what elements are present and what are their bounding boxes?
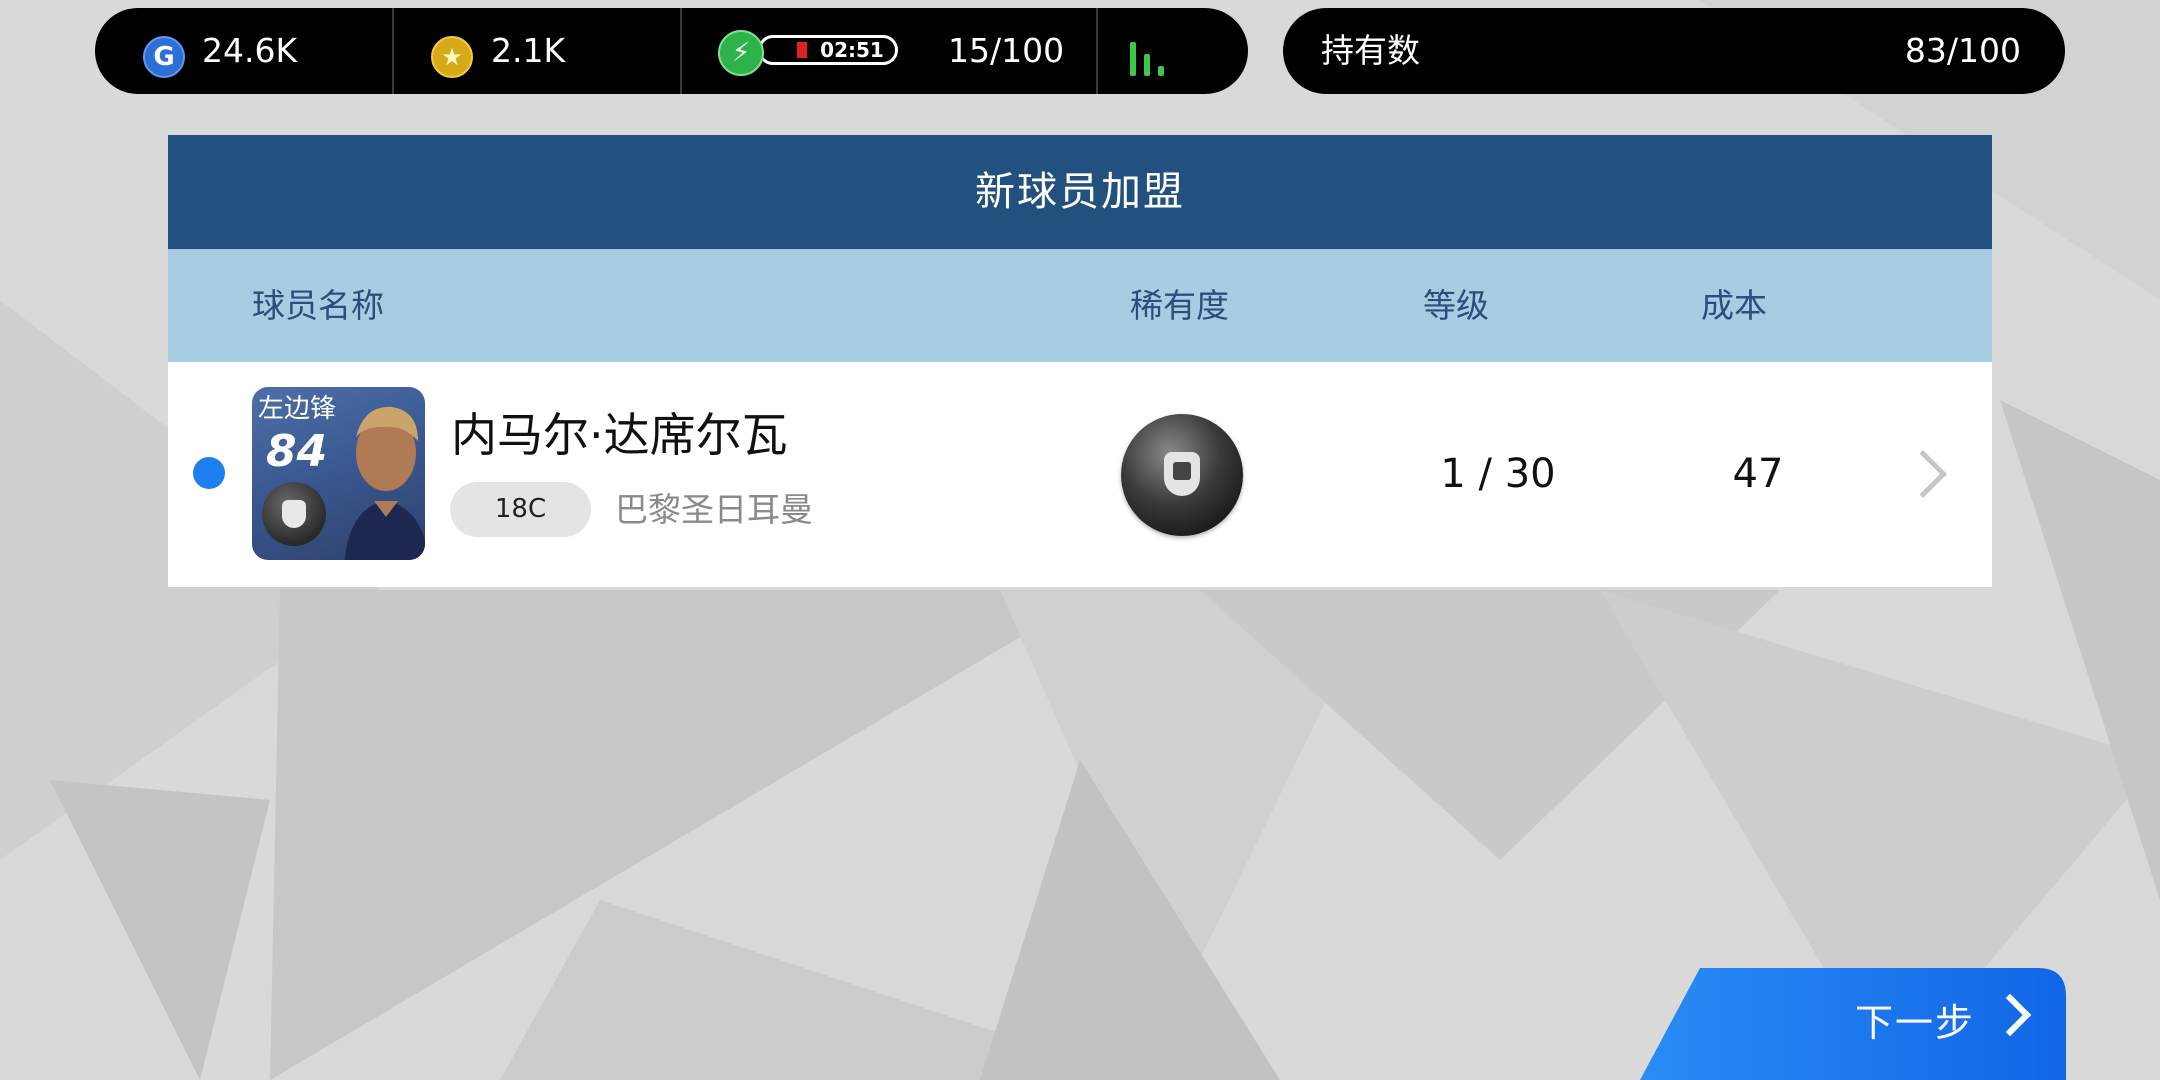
player-card[interactable]: 左边锋 84 [252, 387, 425, 560]
owned-value: 83/100 [1904, 31, 2021, 70]
signal-bars-icon[interactable] [1130, 36, 1170, 76]
player-position: 左边锋 [258, 394, 337, 424]
new-indicator-dot [193, 457, 225, 489]
divider [1096, 8, 1098, 94]
energy-timer: 02:51 [820, 38, 884, 62]
player-tag: 18C [450, 482, 591, 537]
player-photo [344, 406, 425, 560]
divider [392, 8, 394, 94]
player-row[interactable]: 左边锋 84 内马尔·达席尔瓦 18C 巴黎圣日耳曼 1 / 30 47 [168, 362, 1992, 587]
column-level: 等级 [1423, 286, 1489, 325]
coin-icon: ★ [431, 36, 473, 78]
coins-value: 2.1K [491, 31, 566, 70]
owned-label: 持有数 [1321, 31, 1420, 70]
black-ball-icon [1121, 414, 1243, 536]
column-header: 球员名称 稀有度 等级 成本 [168, 249, 1992, 362]
gp-icon: G [143, 36, 185, 78]
new-player-panel: 新球员加盟 球员名称 稀有度 等级 成本 左边锋 84 内马尔·达席尔瓦 18C… [168, 135, 1992, 587]
player-club: 巴黎圣日耳曼 [615, 490, 813, 529]
lightning-icon: ⚡ [718, 30, 764, 76]
column-cost: 成本 [1701, 286, 1767, 325]
player-rating: 84 [266, 426, 328, 477]
player-name: 内马尔·达席尔瓦 [451, 408, 788, 462]
shield-emblem-icon [1164, 452, 1200, 496]
player-cost: 47 [1732, 451, 1784, 497]
energy-timer-bar: 02:51 [758, 35, 898, 65]
player-level: 1 / 30 [1440, 451, 1556, 497]
panel-title: 新球员加盟 [168, 135, 1992, 249]
next-button[interactable]: 下一步 [1640, 968, 2070, 1080]
column-rarity: 稀有度 [1130, 286, 1229, 325]
column-name: 球员名称 [252, 286, 384, 325]
currency-bar: G 24.6K ★ 2.1K ⚡ 02:51 15/100 [95, 8, 1248, 94]
card-rarity-ball-icon [262, 482, 326, 546]
divider [680, 8, 682, 94]
energy-fill [797, 42, 807, 58]
energy-count: 15/100 [948, 31, 1065, 70]
next-button-label: 下一步 [1855, 1001, 1976, 1045]
owned-count-bar: 持有数 83/100 [1283, 8, 2065, 94]
chevron-right-icon[interactable] [1898, 449, 1948, 499]
gp-value: 24.6K [202, 31, 298, 70]
screen: G 24.6K ★ 2.1K ⚡ 02:51 15/100 持有数 83/100… [0, 0, 2160, 1080]
